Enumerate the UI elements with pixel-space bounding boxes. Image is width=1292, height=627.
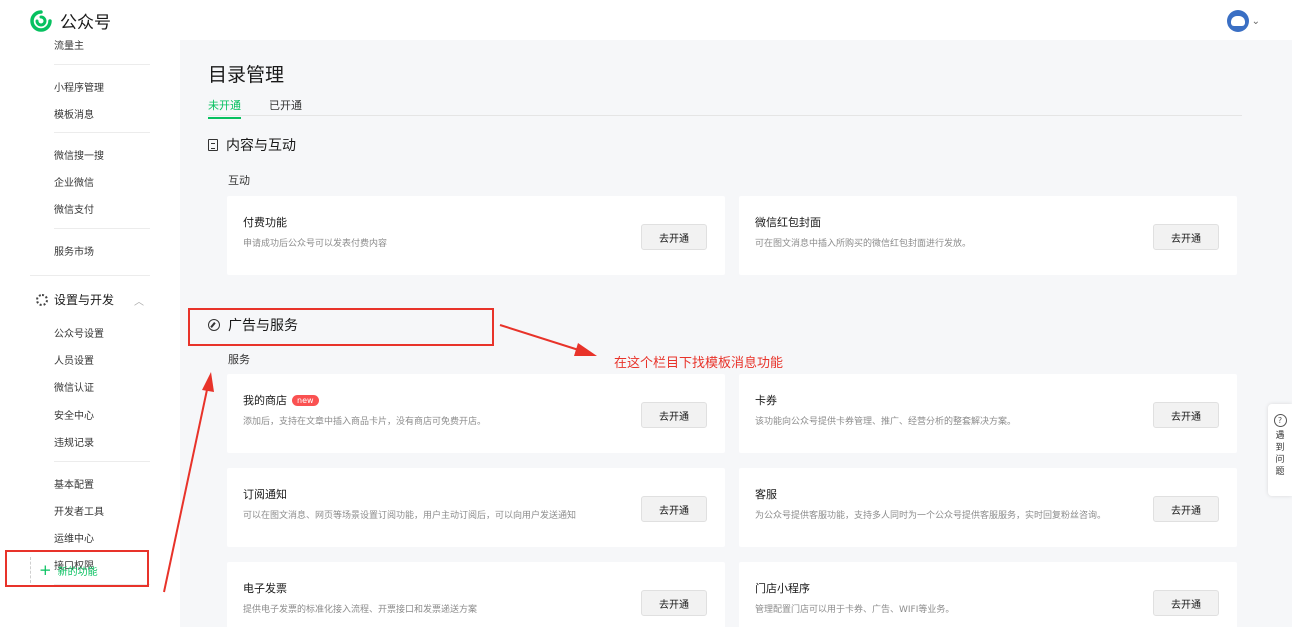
sidebar-item-service-market[interactable]: 服务市场	[54, 243, 94, 258]
feature-card: 付费功能 申请成功后公众号可以发表付费内容 去开通	[227, 196, 725, 275]
enable-button[interactable]: 去开通	[641, 590, 707, 616]
help-text: 遇 到 问 题	[1275, 431, 1285, 477]
sidebar-item-basic-config[interactable]: 基本配置	[54, 476, 94, 491]
card-description: 申请成功后公众号可以发表付费内容	[243, 239, 388, 249]
sidebar-item-account-settings[interactable]: 公众号设置	[54, 325, 104, 340]
card-title: 订阅通知	[243, 488, 287, 501]
sidebar-divider	[54, 461, 150, 462]
feature-card: 门店小程序 管理配置门店可以用于卡券、广告、WIFI等业务。 去开通	[739, 562, 1237, 627]
sidebar-section-settings-dev[interactable]: 设置与开发	[36, 291, 114, 308]
section-header-content-interaction: 内容与互动	[208, 135, 296, 155]
feature-card: 客服 为公众号提供客服功能，支持多人同时为一个公众号提供客服服务，实时回复粉丝咨…	[739, 468, 1237, 547]
sidebar-item-wechat-pay[interactable]: 微信支付	[54, 201, 94, 216]
card-title: 我的商店 new	[243, 392, 319, 408]
card-description: 为公众号提供客服功能，支持多人同时为一个公众号提供客服服务，实时回复粉丝咨询。	[755, 511, 1107, 521]
card-description: 可在图文消息中插入所购买的微信红包封面进行发放。	[755, 239, 972, 249]
card-description: 提供电子发票的标准化接入流程、开票接口和发票递送方案	[243, 605, 478, 615]
section-title: 内容与互动	[226, 138, 296, 154]
enable-button[interactable]: 去开通	[1153, 224, 1219, 250]
sidebar-divider	[54, 132, 150, 133]
account-menu[interactable]: ⌄	[1226, 10, 1260, 32]
enable-button[interactable]: 去开通	[641, 224, 707, 250]
sidebar-item-template-message[interactable]: 模板消息	[54, 106, 94, 121]
sidebar-item-wecom[interactable]: 企业微信	[54, 174, 94, 189]
sidebar-item-staff-settings[interactable]: 人员设置	[54, 352, 94, 367]
tabs-divider	[208, 115, 1242, 116]
sidebar-item-traffic-owner[interactable]: 流量主	[54, 37, 84, 52]
document-icon	[208, 139, 218, 151]
card-title: 卡券	[755, 394, 777, 407]
feature-card: 电子发票 提供电子发票的标准化接入流程、开票接口和发票递送方案 去开通	[227, 562, 725, 627]
sidebar-item-miniprogram[interactable]: 小程序管理	[54, 79, 104, 94]
feature-card: 卡券 该功能向公众号提供卡券管理、推广、经营分析的整套解决方案。 去开通	[739, 374, 1237, 453]
logo[interactable]: 公众号	[30, 8, 111, 33]
wechat-official-account-logo-icon	[30, 9, 52, 32]
card-title: 门店小程序	[755, 582, 810, 595]
sidebar-item-violation-records[interactable]: 违规记录	[54, 434, 94, 449]
enable-button[interactable]: 去开通	[1153, 590, 1219, 616]
enable-button[interactable]: 去开通	[1153, 496, 1219, 522]
page-title: 目录管理	[208, 64, 285, 86]
avatar[interactable]	[1226, 10, 1249, 32]
sidebar-divider	[54, 64, 150, 65]
sidebar-item-security-center[interactable]: 安全中心	[54, 407, 94, 422]
enable-button[interactable]: 去开通	[641, 496, 707, 522]
card-description: 管理配置门店可以用于卡券、广告、WIFI等业务。	[755, 605, 955, 615]
card-title: 付费功能	[243, 216, 287, 229]
annotation-text: 在这个栏目下找模板消息功能	[614, 356, 784, 371]
card-title: 电子发票	[243, 582, 287, 595]
feature-card: 微信红包封面 可在图文消息中插入所购买的微信红包封面进行发放。 去开通	[739, 196, 1237, 275]
feature-card: 订阅通知 可以在图文消息、网页等场景设置订阅功能，用户主动订阅后，可以向用户发送…	[227, 468, 725, 547]
card-title: 微信红包封面	[755, 216, 821, 229]
sidebar-item-developer-tools[interactable]: 开发者工具	[54, 503, 104, 518]
sidebar-item-wechat-search[interactable]: 微信搜一搜	[54, 147, 104, 162]
chevron-down-icon[interactable]: ⌄	[1252, 16, 1260, 27]
question-icon: ?	[1273, 414, 1287, 427]
card-description: 添加后，支持在文章中插入商品卡片，没有商店可免费开店。	[243, 417, 487, 427]
logo-text: 公众号	[60, 13, 111, 33]
card-description: 该功能向公众号提供卡券管理、推广、经营分析的整套解决方案。	[755, 417, 1017, 427]
sidebar-section-label: 设置与开发	[54, 293, 115, 307]
sidebar-item-ops-center[interactable]: 运维中心	[54, 530, 94, 545]
sidebar-divider	[54, 228, 150, 229]
help-float-button[interactable]: ? 遇 到 问 题	[1268, 404, 1292, 496]
subsection-title: 互动	[228, 174, 250, 187]
sidebar-item-verification[interactable]: 微信认证	[54, 379, 94, 394]
enable-button[interactable]: 去开通	[641, 402, 707, 428]
gear-icon	[36, 293, 48, 306]
sidebar-divider	[30, 275, 150, 276]
new-badge: new	[292, 394, 319, 406]
subsection-title: 服务	[228, 353, 250, 366]
feature-card: 我的商店 new 添加后，支持在文章中插入商品卡片，没有商店可免费开店。 去开通	[227, 374, 725, 453]
chevron-up-icon[interactable]: ︿	[134, 293, 144, 308]
sidebar: 流量主 小程序管理 模板消息 微信搜一搜 企业微信 微信支付 服务市场 设置与开…	[0, 40, 180, 627]
annotation-highlight-box-ads-services	[188, 308, 494, 346]
annotation-highlight-box-new-features	[5, 550, 149, 587]
card-title: 客服	[755, 488, 777, 501]
top-bar: 公众号 ⌄	[0, 0, 1292, 40]
card-description: 可以在图文消息、网页等场景设置订阅功能，用户主动订阅后，可以向用户发送通知	[243, 511, 577, 521]
enable-button[interactable]: 去开通	[1153, 402, 1219, 428]
